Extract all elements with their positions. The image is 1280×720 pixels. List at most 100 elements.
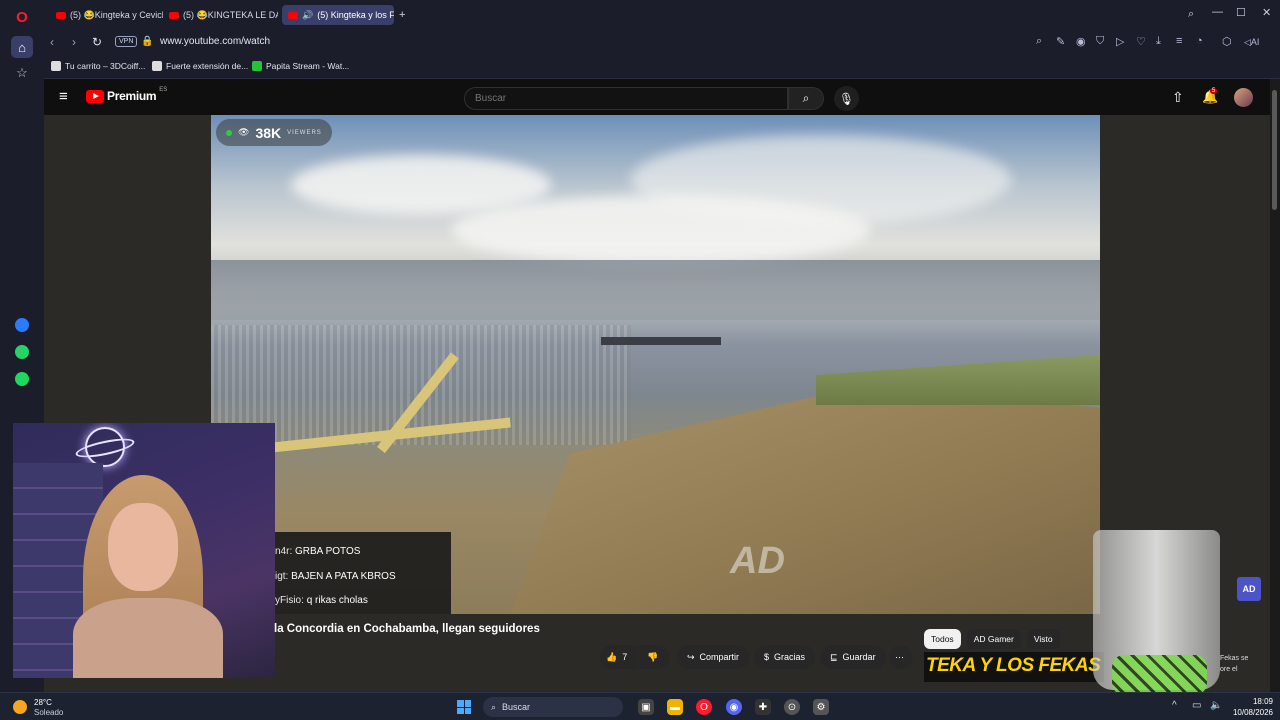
camera-icon[interactable]: ◉ bbox=[1076, 35, 1086, 48]
avatar[interactable] bbox=[1234, 88, 1253, 107]
search-icon: ⌕ bbox=[802, 91, 810, 105]
play-icon[interactable]: ▷ bbox=[1116, 35, 1124, 48]
tab-kingteka-fekas[interactable]: 🔊 (5) Kingteka y los FEK ✕ bbox=[282, 5, 394, 25]
youtube-favicon-icon bbox=[169, 11, 179, 19]
taskbar-search-label: Buscar bbox=[502, 702, 531, 712]
star-icon[interactable]: ☆ bbox=[12, 63, 32, 83]
address-bar: ‹ › ↻ VPN 🔒 www.youtube.com/watch ⌕ ✎ ◉ … bbox=[44, 29, 1280, 56]
bookmarks-bar: Tu carrito – 3DCoiff... Fuerte extensión… bbox=[44, 56, 1280, 79]
chevron-up-icon[interactable]: ^ bbox=[1172, 700, 1177, 711]
messenger-icon[interactable] bbox=[12, 315, 32, 335]
dislike-button[interactable]: 👎 bbox=[639, 645, 669, 669]
viewers-count: 38K bbox=[255, 124, 282, 141]
home-icon[interactable]: ⌂ bbox=[11, 36, 33, 58]
mountain-range bbox=[211, 260, 1100, 320]
chat-text: BAJEN A PATA KBROS bbox=[291, 571, 396, 582]
channel-logo[interactable]: AD bbox=[1237, 577, 1261, 601]
reload-icon[interactable]: ↻ bbox=[92, 35, 102, 49]
volume-icon[interactable]: 🔈 bbox=[1210, 700, 1222, 711]
clock-time[interactable]: 18:09 bbox=[1228, 697, 1273, 706]
download-icon[interactable]: ⤓ bbox=[1156, 35, 1161, 48]
share-button[interactable]: ↪ Compartir bbox=[677, 645, 750, 669]
tab-label: (5) Kingteka y los FEK bbox=[317, 10, 394, 20]
more-actions-button[interactable]: ⋯ bbox=[889, 645, 913, 669]
search-field[interactable] bbox=[464, 87, 788, 110]
microphone-icon: 🎙 bbox=[838, 91, 855, 106]
network-icon[interactable]: ▭ bbox=[1192, 700, 1201, 711]
new-tab-button[interactable]: + bbox=[396, 5, 412, 25]
steam-icon[interactable]: ⊙ bbox=[784, 699, 800, 715]
webcam-overlay bbox=[13, 423, 275, 678]
windows-start-icon[interactable] bbox=[457, 700, 471, 714]
chat-username: igt: bbox=[275, 571, 289, 582]
tab-kingteka-ceviche[interactable]: (5) 😂Kingteka y Cevicher bbox=[50, 5, 163, 25]
chat-username: n4r: bbox=[275, 546, 293, 557]
thanks-button[interactable]: $ Gracias bbox=[754, 645, 816, 669]
weather-description[interactable]: Soleado bbox=[34, 708, 63, 717]
search-input[interactable] bbox=[465, 88, 787, 109]
youtube-logo[interactable]: Premium ES bbox=[86, 87, 167, 103]
bookmark-item[interactable]: Fuerte extensión de... bbox=[152, 61, 248, 71]
back-icon[interactable]: ‹ bbox=[50, 35, 54, 49]
heart-icon[interactable]: ♡ bbox=[1136, 35, 1146, 48]
forward-icon[interactable]: › bbox=[72, 35, 76, 49]
thumbs-up-icon: 👍 bbox=[606, 651, 618, 662]
maximize-icon[interactable]: ☐ bbox=[1236, 6, 1246, 19]
minimize-icon[interactable]: — bbox=[1212, 6, 1223, 18]
kwak-logo bbox=[1112, 655, 1207, 695]
shield-icon[interactable]: ⛉ bbox=[1096, 35, 1104, 48]
vpn-badge[interactable]: VPN bbox=[115, 36, 138, 47]
streamer-body bbox=[73, 598, 223, 678]
app-icon[interactable]: ✚ bbox=[755, 699, 771, 715]
weather-temperature[interactable]: 28°C bbox=[34, 698, 52, 707]
menu-icon[interactable]: ≡ bbox=[1176, 35, 1182, 47]
bookmark-label: Papita Stream - Wat... bbox=[266, 61, 350, 71]
tab-kingteka-le-da[interactable]: (5) 😂KINGTEKA LE DA LA bbox=[163, 5, 278, 25]
voice-search-button[interactable]: 🎙 bbox=[834, 86, 859, 111]
whatsapp-icon[interactable] bbox=[12, 342, 32, 362]
recommendation-chips: Todos AD Gamer Visto bbox=[924, 629, 1060, 649]
hamburger-menu-icon[interactable]: ≡ bbox=[59, 88, 68, 105]
edit-icon[interactable]: ✎ bbox=[1056, 35, 1065, 48]
search-icon: ⌕ bbox=[491, 701, 497, 712]
lock-icon[interactable]: 🔒 bbox=[141, 36, 153, 47]
clock-date[interactable]: 10/08/2026 bbox=[1228, 708, 1273, 717]
upload-icon[interactable]: ⇧ bbox=[1172, 89, 1184, 106]
cloud-shape bbox=[631, 135, 1011, 225]
chip-all[interactable]: Todos bbox=[924, 629, 961, 649]
task-view-icon[interactable]: ▣ bbox=[638, 699, 654, 715]
url-field[interactable]: www.youtube.com/watch bbox=[160, 36, 270, 47]
sun-icon[interactable] bbox=[13, 700, 27, 714]
bookmark-item[interactable]: Tu carrito – 3DCoiff... bbox=[51, 61, 145, 71]
chat-text: q rikas cholas bbox=[306, 595, 368, 606]
bookmark-item[interactable]: Papita Stream - Wat... bbox=[252, 61, 349, 71]
spotify-icon[interactable] bbox=[12, 369, 32, 389]
close-window-icon[interactable]: ✕ bbox=[1262, 6, 1271, 19]
planet-neon-icon bbox=[85, 427, 125, 467]
file-explorer-icon[interactable]: ▬ bbox=[667, 699, 683, 715]
opera-browser-icon[interactable]: O bbox=[696, 699, 712, 715]
chat-overlay: n4r: GRBA POTOS igt: BAJEN A PATA KBROS … bbox=[275, 532, 451, 614]
chat-text: GRBA POTOS bbox=[295, 546, 361, 557]
bookmark-label: Fuerte extensión de... bbox=[166, 61, 249, 71]
search-icon[interactable]: ⌕ bbox=[1036, 35, 1042, 48]
like-button[interactable]: 👍 7 bbox=[600, 645, 638, 669]
search-button[interactable]: ⌕ bbox=[788, 87, 824, 110]
save-button[interactable]: ⊑ Guardar bbox=[820, 645, 886, 669]
profile-icon[interactable]: ◔ bbox=[1196, 35, 1203, 47]
like-count: 7 bbox=[622, 652, 628, 662]
ad-watermark: AD bbox=[730, 540, 785, 582]
viewers-label: VIEWERS bbox=[287, 129, 322, 136]
scrollbar-thumb[interactable] bbox=[1272, 90, 1277, 210]
extensions-icon[interactable]: ⬡ bbox=[1222, 35, 1232, 48]
search-tabs-icon[interactable]: ⌕ bbox=[1188, 8, 1194, 21]
chip-ad-gamer[interactable]: AD Gamer bbox=[966, 629, 1021, 649]
settings-gear-icon[interactable]: ⚙ bbox=[813, 699, 829, 715]
ai-button[interactable]: ◁AI bbox=[1244, 37, 1259, 48]
recommended-video-thumbnail[interactable]: TEKA Y LOS FEKAS SE bbox=[924, 652, 1104, 682]
ai-label: AI bbox=[1250, 37, 1260, 47]
chip-watched[interactable]: Visto bbox=[1026, 629, 1060, 649]
taskbar-search[interactable]: ⌕ Buscar bbox=[483, 697, 623, 717]
opera-logo-icon[interactable]: O bbox=[12, 7, 32, 27]
discord-icon[interactable]: ◉ bbox=[726, 699, 742, 715]
